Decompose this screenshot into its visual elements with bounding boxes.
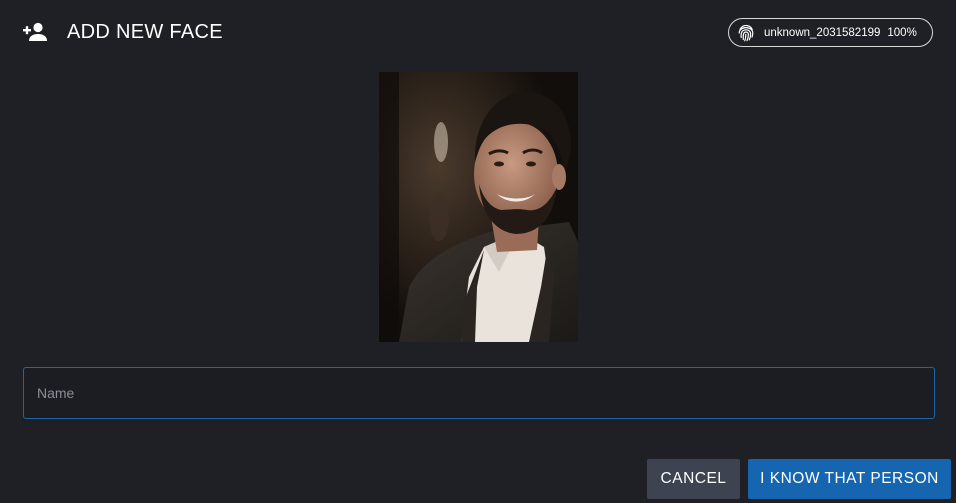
name-input-field[interactable] [23, 367, 935, 419]
identity-score: 100% [887, 26, 917, 39]
i-know-that-person-button[interactable]: I KNOW THAT PERSON [748, 459, 951, 499]
person-add-icon [23, 22, 47, 42]
fingerprint-icon [736, 23, 756, 43]
face-photo [379, 72, 578, 342]
identity-name: unknown_2031582199 [764, 26, 881, 39]
add-face-dialog: ADD NEW FACE unknown_2031582199 100% Nam… [0, 0, 956, 503]
cancel-button[interactable]: CANCEL [647, 459, 740, 499]
name-input[interactable] [24, 368, 934, 418]
dialog-header: ADD NEW FACE unknown_2031582199 100% [0, 0, 956, 64]
dialog-title: ADD NEW FACE [67, 21, 223, 43]
identity-badge: unknown_2031582199 100% [728, 18, 933, 47]
